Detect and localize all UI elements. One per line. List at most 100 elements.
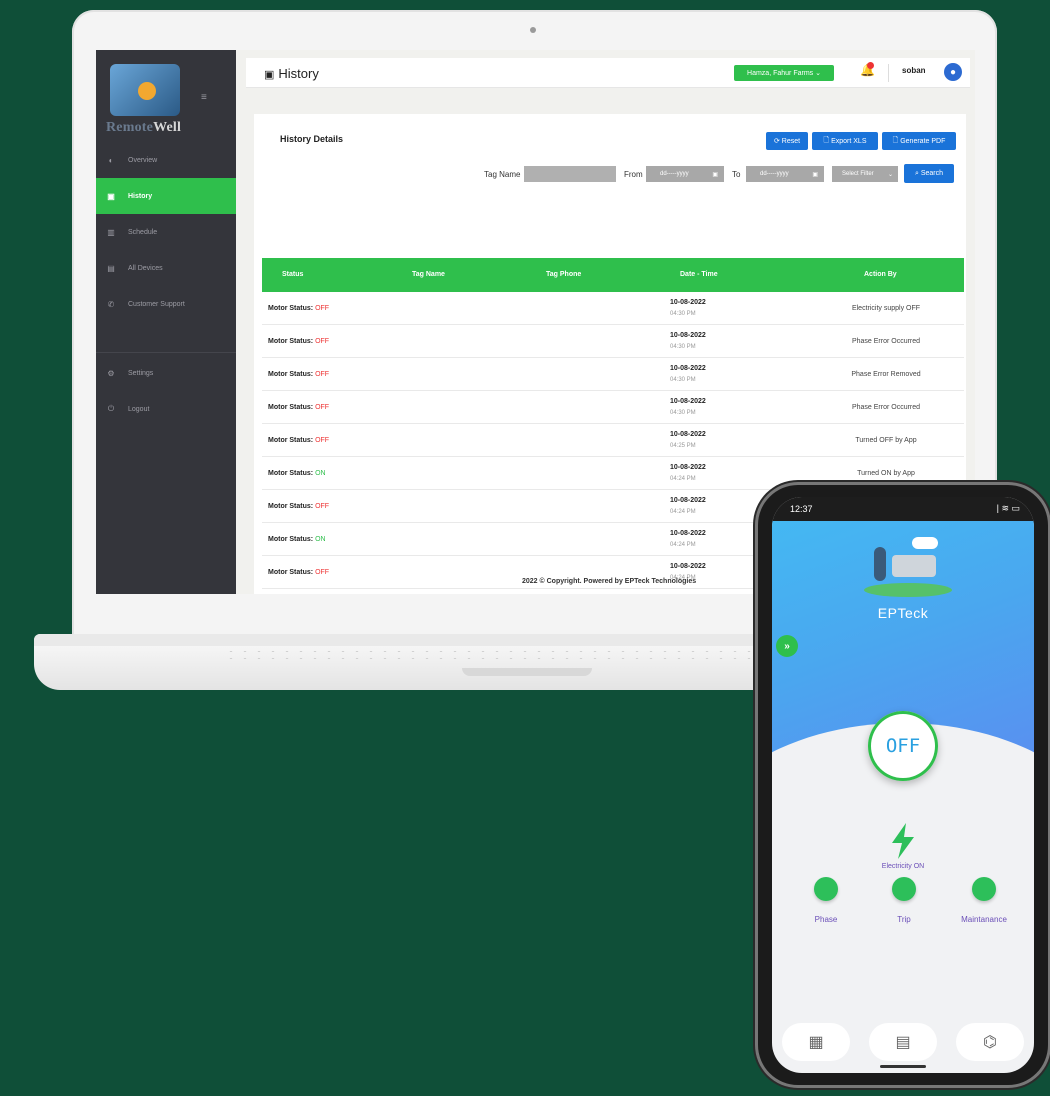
dashboard-icon: ◐ bbox=[108, 155, 114, 165]
logo-text: RemoteWell bbox=[106, 120, 182, 135]
row-date: 10-08-2022 bbox=[670, 299, 706, 306]
tab-debug[interactable]: ⌬ bbox=[956, 1023, 1024, 1061]
row-action-by: Electricity supply OFF bbox=[851, 305, 921, 312]
status-bar: 12:37 | ≋ ▭ bbox=[772, 497, 1034, 521]
column-status[interactable]: Status bbox=[282, 271, 303, 278]
sidebar-item-history[interactable]: ▣ History bbox=[96, 178, 236, 214]
bug-icon: ⌬ bbox=[983, 1034, 997, 1051]
row-action-by: Turned ON by App bbox=[857, 470, 915, 477]
status-value: OFF bbox=[315, 437, 330, 444]
to-label: To bbox=[732, 170, 741, 179]
row-time: 04:30 PM bbox=[670, 344, 696, 350]
logo[interactable]: RemoteWell bbox=[106, 64, 196, 144]
column-date-time[interactable]: Date - Time bbox=[680, 271, 718, 278]
farm-select[interactable]: Hamza, Fahur Farms ⌄ bbox=[734, 65, 834, 81]
row-action-by: Phase Error Occurred bbox=[851, 404, 921, 411]
column-tag-name[interactable]: Tag Name bbox=[412, 271, 445, 278]
refresh-icon: ⟳ bbox=[773, 138, 780, 145]
sidebar-item-customer-support[interactable]: ✆ Customer Support bbox=[96, 286, 236, 322]
status-value: ON bbox=[315, 470, 326, 477]
menu-toggle-icon[interactable]: ≡ bbox=[201, 92, 207, 103]
motor-status: Motor Status: OFF bbox=[268, 371, 330, 378]
phase-label: Phase bbox=[814, 915, 838, 924]
app-illustration bbox=[864, 537, 952, 597]
export-xls-button[interactable]: 🗋 Export XLS bbox=[812, 132, 878, 150]
tag-name-input[interactable] bbox=[524, 166, 616, 182]
power-toggle-button[interactable]: OFF bbox=[868, 711, 938, 781]
table-header: Status Tag Name Tag Phone Date - Time Ac… bbox=[262, 258, 964, 292]
search-button[interactable]: ⌕ Search bbox=[904, 164, 954, 183]
table-row: Motor Status: OFF 10-08-2022 04:30 PM Elect… bbox=[262, 292, 964, 325]
status-value: OFF bbox=[315, 503, 330, 510]
table-row: Motor Status: OFF 10-08-2022 04:25 PM Turne… bbox=[262, 424, 964, 457]
calendar-icon: ▣ bbox=[712, 171, 718, 178]
to-date-input[interactable]: dd-----yyyy ▣ bbox=[746, 166, 824, 182]
row-time: 04:30 PM bbox=[670, 410, 696, 416]
row-date: 10-08-2022 bbox=[670, 431, 706, 438]
tab-documents[interactable]: ▤ bbox=[869, 1023, 937, 1061]
brand-title: EPTeck bbox=[877, 605, 929, 621]
status-value: OFF bbox=[315, 338, 330, 345]
phone-screen: 12:37 | ≋ ▭ EPTeck » OFF Electricity ON … bbox=[772, 497, 1034, 1073]
expand-menu-button[interactable]: » bbox=[776, 635, 798, 657]
sidebar-divider bbox=[96, 352, 236, 353]
devices-icon: ▤ bbox=[107, 263, 115, 273]
motor-status: Motor Status: OFF bbox=[268, 338, 330, 345]
wifi-battery-icon: | ≋ ▭ bbox=[996, 503, 1020, 513]
trip-label: Trip bbox=[897, 915, 911, 924]
generate-pdf-button[interactable]: 🗋 Generate PDF bbox=[882, 132, 956, 150]
row-date: 10-08-2022 bbox=[670, 332, 706, 339]
motor-status: Motor Status: OFF bbox=[268, 404, 330, 411]
phone-frame: 12:37 | ≋ ▭ EPTeck » OFF Electricity ON … bbox=[758, 485, 1048, 1085]
from-label: From bbox=[624, 170, 643, 179]
notification-bell-icon[interactable]: 🔔 bbox=[860, 62, 875, 77]
row-action-by: Turned OFF by App bbox=[855, 437, 917, 444]
tag-name-label: Tag Name bbox=[484, 170, 521, 179]
motor-status: Motor Status: OFF bbox=[268, 503, 330, 510]
sidebar-item-all-devices[interactable]: ▤ All Devices bbox=[96, 250, 236, 286]
status-value: OFF bbox=[315, 305, 330, 312]
motor-status: Motor Status: OFF bbox=[268, 437, 330, 444]
power-icon: ⏻ bbox=[107, 404, 115, 413]
row-time: 04:25 PM bbox=[670, 443, 696, 449]
motor-status: Motor Status: OFF bbox=[268, 569, 330, 576]
dashboard-icon: ▦ bbox=[808, 1034, 824, 1051]
home-indicator bbox=[880, 1065, 926, 1068]
from-date-input[interactable]: dd-----yyyy ▣ bbox=[646, 166, 724, 182]
row-date: 10-08-2022 bbox=[670, 563, 706, 570]
sidebar-item-logout[interactable]: ⏻ Logout bbox=[96, 391, 236, 427]
status-value: OFF bbox=[315, 404, 330, 411]
sidebar-nav: ◐ Overview ▣ History ▥ Schedule ▤ All De… bbox=[96, 142, 236, 427]
sidebar: RemoteWell ≡ ◐ Overview ▣ History ▥ Sche… bbox=[96, 50, 236, 594]
table-row: Motor Status: OFF 10-08-2022 04:30 PM Phase… bbox=[262, 358, 964, 391]
search-icon: ⌕ bbox=[914, 169, 919, 177]
table-row: Motor Status: OFF 10-08-2022 04:30 PM Phase… bbox=[262, 391, 964, 424]
keyboard-dots bbox=[224, 648, 824, 662]
column-tag-phone[interactable]: Tag Phone bbox=[546, 271, 581, 278]
phase-indicator bbox=[814, 877, 838, 901]
user-name[interactable]: soban bbox=[902, 66, 926, 75]
avatar[interactable]: ● bbox=[944, 63, 962, 81]
status-value: OFF bbox=[315, 371, 330, 378]
status-value: ON bbox=[315, 536, 326, 543]
motor-status: Motor Status: OFF bbox=[268, 305, 330, 312]
camera-icon bbox=[530, 27, 536, 33]
column-action-by[interactable]: Action By bbox=[864, 271, 897, 278]
topbar-divider bbox=[888, 64, 889, 82]
page-title: ▣ History bbox=[264, 66, 319, 81]
document-icon: 🗋 bbox=[892, 136, 899, 144]
logo-illustration bbox=[110, 64, 180, 116]
chevron-down-icon: ⌄ bbox=[887, 171, 893, 178]
sidebar-item-overview[interactable]: ◐ Overview bbox=[96, 142, 236, 178]
sidebar-item-settings[interactable]: ⚙ Settings bbox=[96, 355, 236, 391]
tab-dashboard[interactable]: ▦ bbox=[782, 1023, 850, 1061]
reset-button[interactable]: ⟳ Reset bbox=[766, 132, 808, 150]
filter-select[interactable]: Select Filter ⌄ bbox=[832, 166, 898, 182]
clock: 12:37 bbox=[790, 504, 813, 514]
calendar-icon: ▥ bbox=[107, 227, 115, 237]
settings-icon: ⚙ bbox=[107, 368, 115, 378]
row-time: 04:24 PM bbox=[670, 542, 696, 548]
sidebar-item-schedule[interactable]: ▥ Schedule bbox=[96, 214, 236, 250]
panel-title: History Details bbox=[280, 134, 344, 144]
notification-dot bbox=[867, 62, 874, 69]
